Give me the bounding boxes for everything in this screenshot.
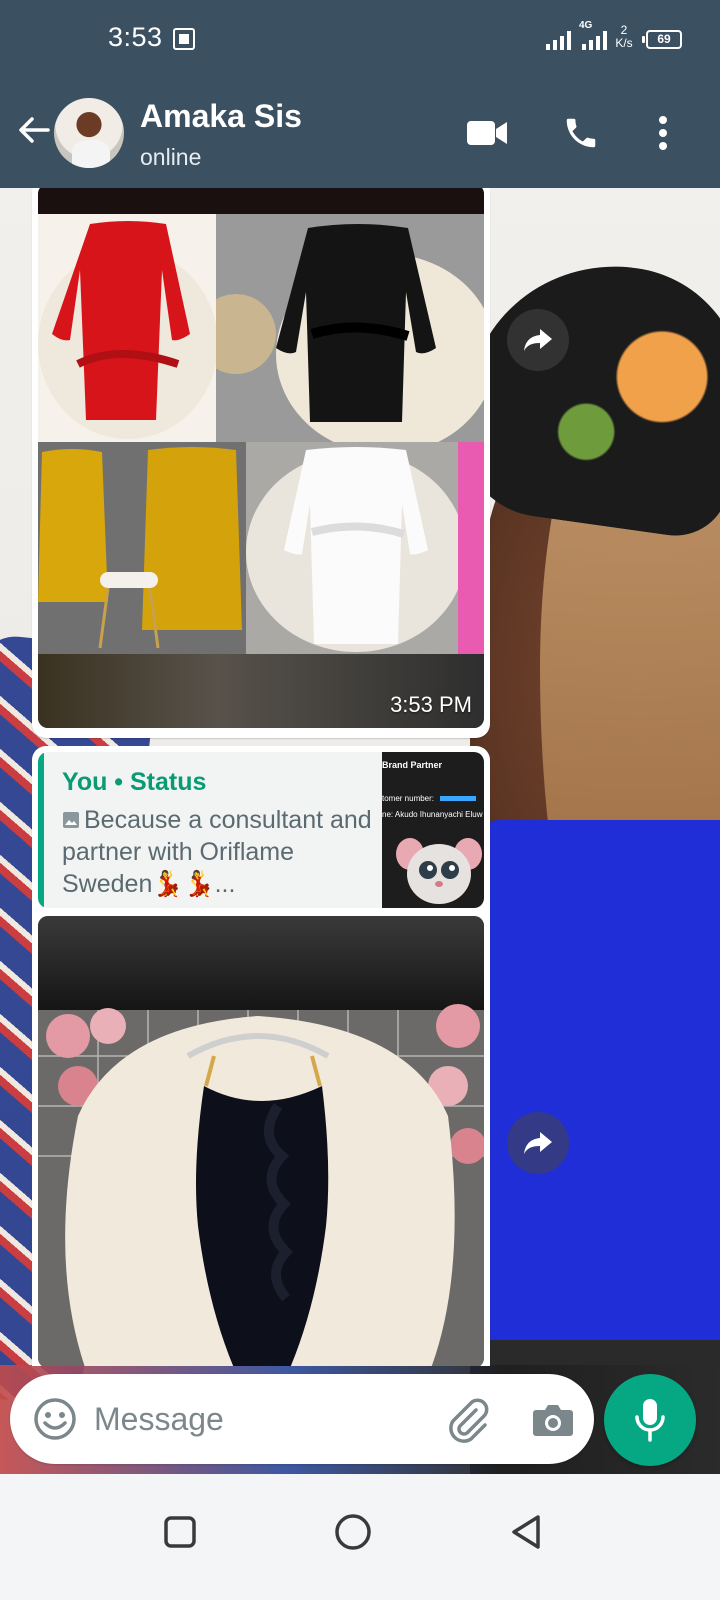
message-time: 3:53 PM bbox=[390, 692, 472, 717]
photo-icon bbox=[63, 812, 79, 828]
contact-avatar[interactable] bbox=[54, 98, 124, 168]
chat-messages[interactable]: 3:53 PM You • Status Because a consultan… bbox=[0, 188, 720, 1366]
forward-button[interactable] bbox=[507, 309, 569, 371]
contact-status: online bbox=[140, 144, 202, 170]
thumb-line-3: ne: Akudo Ihunanyachi Eluw bbox=[382, 810, 483, 819]
back-button[interactable] bbox=[496, 1502, 556, 1562]
battery-icon: 69 bbox=[642, 30, 682, 49]
image-top-strip bbox=[38, 188, 484, 214]
home-button[interactable] bbox=[323, 1502, 383, 1562]
yellow-dress-photo bbox=[38, 442, 246, 654]
mic-icon bbox=[635, 1399, 665, 1442]
network-speed-value: 2 bbox=[620, 23, 628, 37]
status-thumbnail: Brand Partner tomer number: ne: Akudo Ih… bbox=[382, 752, 484, 908]
network-speed-unit: K/s bbox=[615, 36, 633, 50]
quoted-status[interactable]: You • Status Because a consultant and pa… bbox=[38, 752, 484, 908]
image-message[interactable]: 3:53 PM bbox=[32, 188, 490, 738]
quote-text-content: Because a consultant and partner with Or… bbox=[62, 806, 372, 898]
emoji-icon[interactable] bbox=[32, 1396, 78, 1442]
battery-level: 69 bbox=[657, 32, 671, 46]
contact-name[interactable]: Amaka Sis bbox=[140, 98, 302, 135]
network-speed: 2 K/s bbox=[612, 24, 636, 50]
white-dress-photo bbox=[246, 442, 484, 654]
mic-button[interactable] bbox=[604, 1374, 696, 1466]
camera-icon[interactable] bbox=[528, 1394, 578, 1444]
message-input[interactable] bbox=[94, 1394, 424, 1444]
black-ruffle-dress-image[interactable] bbox=[38, 916, 484, 1366]
recents-button[interactable] bbox=[150, 1502, 210, 1562]
chat-header: Amaka Sis online bbox=[0, 80, 720, 188]
back-arrow-icon[interactable] bbox=[14, 110, 54, 150]
thumb-line-2: tomer number: bbox=[382, 794, 435, 803]
attach-icon[interactable] bbox=[442, 1394, 492, 1444]
quote-text: Because a consultant and partner with Or… bbox=[62, 804, 374, 900]
quote-accent-bar bbox=[38, 752, 44, 908]
forward-button-2[interactable] bbox=[507, 1112, 569, 1174]
notification-icon bbox=[173, 28, 195, 50]
phone-icon[interactable] bbox=[558, 110, 604, 156]
signal-icon-2 bbox=[582, 30, 610, 50]
black-dress-photo bbox=[216, 214, 484, 442]
status-bar: 3:53 4G 2 K/s 69 bbox=[0, 0, 720, 80]
video-call-icon[interactable] bbox=[464, 110, 510, 156]
thumb-line-1: Brand Partner bbox=[382, 760, 443, 770]
system-navigation-bar bbox=[0, 1474, 720, 1600]
thumb-redaction bbox=[440, 796, 476, 801]
message-composer bbox=[10, 1374, 594, 1464]
cartoon-mouse-image bbox=[396, 838, 482, 904]
signal-icon bbox=[546, 30, 574, 50]
status-time: 3:53 bbox=[108, 22, 163, 52]
red-dress-photo bbox=[38, 214, 216, 442]
more-vertical-icon[interactable] bbox=[640, 110, 686, 156]
black-ruffle-dress-photo bbox=[38, 916, 484, 1366]
dress-collage-image[interactable]: 3:53 PM bbox=[38, 188, 484, 728]
quote-title: You • Status bbox=[62, 768, 207, 796]
reply-message[interactable]: You • Status Because a consultant and pa… bbox=[32, 746, 490, 1366]
